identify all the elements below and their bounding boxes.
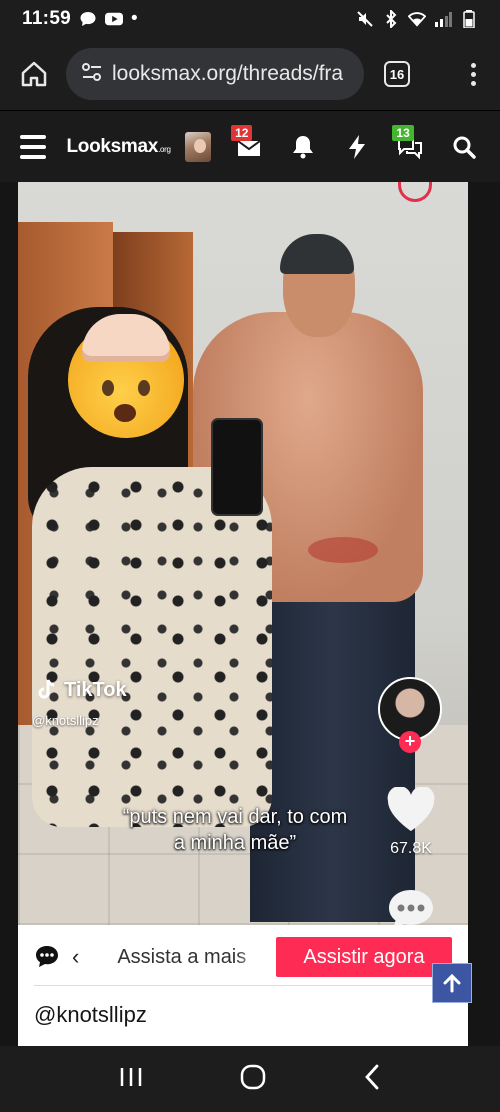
status-bar: 11:59 • — [0, 0, 500, 38]
status-time: 11:59 — [22, 8, 72, 29]
home-icon — [21, 61, 47, 87]
back-icon — [365, 1064, 379, 1089]
youtube-icon — [105, 10, 124, 28]
battery-icon — [460, 10, 478, 28]
watch-more-text: Assista a mais — [117, 945, 247, 968]
tiktok-corner-icon — [398, 182, 432, 202]
watermark-handle: @knotsllipz — [32, 713, 99, 728]
bell-icon — [292, 135, 313, 158]
site-settings-icon[interactable] — [80, 60, 104, 89]
tab-count: 16 — [389, 66, 405, 82]
conversations-button[interactable]: 13 — [392, 124, 426, 165]
arrow-up-icon — [443, 973, 461, 993]
tiktok-watermark: TikTok — [36, 678, 127, 702]
search-icon — [453, 136, 476, 159]
like-count: 67.8K — [390, 840, 432, 857]
url-text: looksmax.org/threads/fra — [112, 62, 344, 85]
recents-button[interactable] — [118, 1065, 144, 1094]
chevron-left-icon[interactable]: ‹ — [72, 944, 79, 970]
mind-blown-emoji-icon — [68, 314, 184, 438]
avatar[interactable] — [184, 131, 212, 162]
hamburger-icon[interactable] — [20, 134, 47, 159]
watch-now-button[interactable]: Assistir agora — [276, 937, 452, 977]
tabs-button[interactable]: 16 — [384, 61, 410, 87]
alerts-button[interactable] — [287, 129, 319, 165]
wifi-icon — [408, 10, 426, 28]
browser-toolbar: looksmax.org/threads/fra 16 — [0, 38, 500, 110]
tiktok-embed-footer: ‹ Assista a mais Assistir agora @knotsll… — [18, 925, 468, 1046]
heart-icon — [387, 786, 435, 831]
chat-bubble-icon — [79, 10, 97, 28]
back-button[interactable] — [362, 1063, 382, 1096]
tiktok-video[interactable]: TikTok @knotsllipz “puts nem vai dar, to… — [18, 182, 468, 925]
phone-in-mirror — [211, 418, 263, 516]
activity-button[interactable] — [341, 129, 373, 165]
inbox-button[interactable]: 12 — [231, 124, 265, 165]
conversations-badge: 13 — [392, 124, 414, 141]
comment-bubble-icon[interactable] — [34, 944, 60, 970]
bluetooth-icon — [382, 10, 400, 28]
creator-handle-link[interactable]: @knotsllipz — [34, 1002, 147, 1028]
search-button[interactable] — [448, 129, 480, 165]
video-caption: “puts nem vai dar, to com a minha mãe” — [122, 806, 348, 854]
bolt-icon — [348, 134, 365, 159]
android-home-button[interactable] — [239, 1063, 267, 1096]
comment-icon — [389, 890, 433, 925]
divider — [34, 985, 452, 986]
tiktok-note-icon — [38, 679, 55, 699]
address-bar[interactable]: looksmax.org/threads/fra — [66, 48, 364, 100]
home-button[interactable] — [14, 54, 54, 94]
site-logo[interactable]: Looksmax.org — [66, 136, 170, 158]
follow-button[interactable]: + — [399, 731, 421, 753]
android-nav-bar — [0, 1046, 500, 1112]
scroll-to-top-button[interactable] — [432, 963, 472, 1003]
forum-nav: Looksmax.org 12 13 — [0, 110, 500, 182]
comment-button[interactable]: 998 — [380, 887, 442, 925]
inbox-badge: 12 — [231, 124, 253, 141]
signal-icon — [434, 10, 452, 28]
menu-icon[interactable] — [471, 62, 476, 86]
recents-icon — [120, 1067, 141, 1086]
notification-dot: • — [131, 8, 138, 29]
android-home-icon — [240, 1064, 266, 1089]
mute-icon — [356, 10, 374, 28]
like-button[interactable]: 67.8K — [380, 786, 442, 858]
